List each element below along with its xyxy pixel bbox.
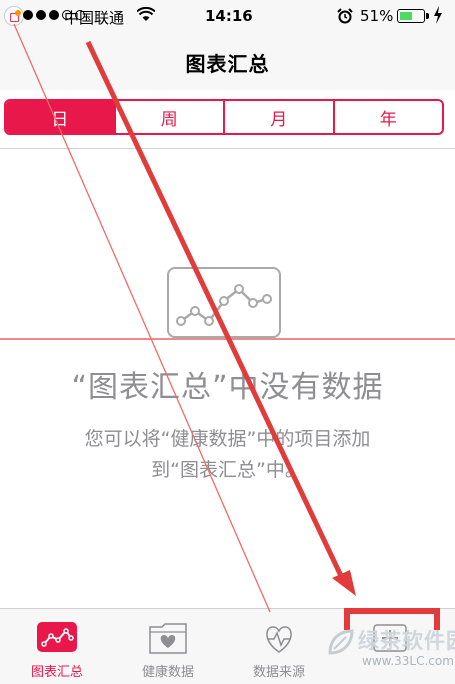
status-bar: 中国联通 14:16 51% [0, 0, 455, 34]
tab-dashboard-label: 图表汇总 [30, 665, 83, 680]
page-title: 图表汇总 [185, 52, 270, 76]
empty-state-description-line1: 您可以将“健康数据”中的项目添加 [84, 428, 371, 450]
navigation-bar: 图表汇总 [0, 34, 455, 90]
app-shortcut-icon [4, 6, 24, 26]
empty-state-title: “图表汇总”中没有数据 [71, 370, 384, 405]
battery-icon [397, 9, 429, 23]
segment-week[interactable]: 周 [113, 101, 224, 133]
carrier-name: 中国联通 [64, 9, 125, 27]
annotation-arrow-head [332, 570, 356, 596]
tab-sources[interactable]: 数据来源 [224, 609, 334, 684]
segment-year[interactable]: 年 [332, 101, 443, 133]
line-chart-icon [167, 267, 281, 338]
charging-bolt-icon [434, 6, 442, 24]
battery-percent: 51% [360, 7, 394, 25]
period-segmented-control: 日 周 月 年 [4, 99, 444, 135]
clock-time: 14:16 [205, 7, 253, 25]
alarm-clock-icon [337, 8, 353, 24]
heart-source-icon [266, 626, 292, 653]
watermark-logo [328, 629, 354, 655]
tab-health-data[interactable]: 健康数据 [113, 609, 223, 684]
tab-sources-label: 数据来源 [252, 665, 305, 680]
segment-month[interactable]: 月 [223, 101, 333, 133]
folder-heart-icon [149, 623, 187, 654]
segment-day[interactable]: 日 [6, 101, 114, 133]
site-watermark: 绿茶软件园 www.33LC.com [320, 625, 455, 683]
tab-dashboard[interactable]: 图表汇总 [2, 609, 112, 684]
dashboard-chart-icon [37, 622, 77, 652]
wifi-icon [137, 7, 155, 21]
empty-state-description: 您可以将“健康数据”中的项目添加 到“图表汇总”中。 [0, 424, 455, 486]
watermark-url: www.33LC.com [362, 654, 454, 668]
watermark-text: 绿茶软件园 [358, 629, 455, 653]
separator [0, 148, 455, 149]
empty-state-description-line2: 到“图表汇总”中。 [151, 459, 304, 481]
tab-health-data-label: 健康数据 [141, 665, 194, 680]
